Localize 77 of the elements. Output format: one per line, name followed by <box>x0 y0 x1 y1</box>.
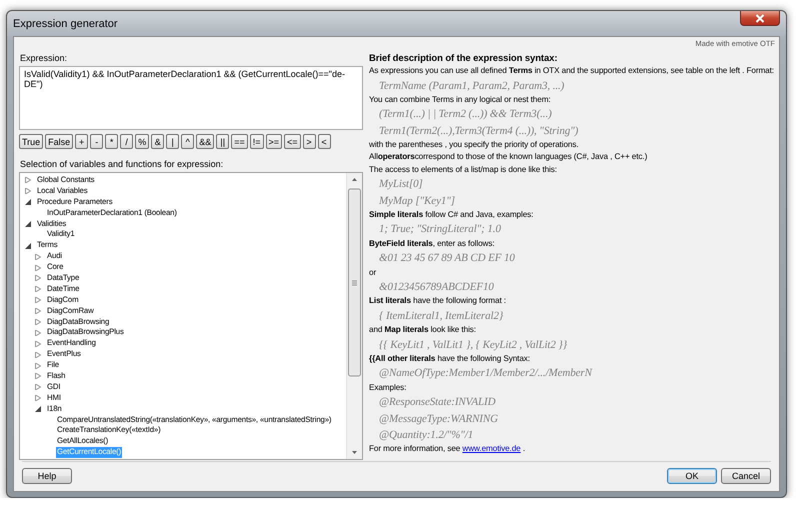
help-text: For more information, see www.emotive.de . <box>369 443 526 456</box>
operator-button[interactable]: True <box>19 134 44 149</box>
operator-button[interactable]: > <box>302 134 316 149</box>
close-button[interactable] <box>740 11 780 26</box>
help-text: and Map literals look like this: <box>369 324 477 336</box>
operator-button[interactable]: < <box>318 134 331 149</box>
help-text: Alloperatorscorrespond to those of the known languages (C#, Java , C++ etc.) <box>369 151 648 164</box>
syntax-example: &0123456789ABCDEF10 <box>378 280 495 296</box>
collapse-arrow-icon[interactable] <box>35 406 41 412</box>
operator-button[interactable]: != <box>250 134 264 149</box>
expand-arrow-icon[interactable] <box>25 177 31 184</box>
expand-arrow-icon[interactable] <box>35 395 41 402</box>
expand-arrow-icon[interactable] <box>35 384 41 390</box>
help-text: ByteField literals, enter as follows: <box>369 238 496 250</box>
scrollbar[interactable] <box>346 173 362 459</box>
expression-field[interactable]: IsValid(Validity1) && InOutParameterDeclaration1 && (GetCurrentLocale()=="de-DE") <box>19 66 363 130</box>
operator-button[interactable]: && <box>196 134 214 149</box>
help-text: with the parentheses , you specify the priority of operations. <box>369 138 580 151</box>
collapse-arrow-icon[interactable] <box>25 199 31 206</box>
syntax-example: Term1(Term2(...),Term3(Term4 (...)), "String") <box>378 124 580 139</box>
expand-arrow-icon[interactable] <box>35 362 41 369</box>
expand-arrow-icon[interactable] <box>25 188 31 194</box>
help-text: The access to elements of a list/map is done like this: <box>369 164 558 176</box>
syntax-example: 1; True; "StringLiteral"; 1.0 <box>378 222 502 238</box>
operator-button[interactable]: || <box>216 134 230 149</box>
dialog-button[interactable]: OK <box>667 468 717 484</box>
help-text: Simple literals follow C# and Java, examples: <box>369 208 534 221</box>
expand-arrow-icon[interactable] <box>35 330 41 336</box>
operator-button[interactable]: | <box>166 134 180 149</box>
syntax-example: @Quantity:1.2/"%"/1 <box>378 428 474 443</box>
help-text: You can combine Terms in any logical or nest them: <box>369 94 552 106</box>
help-text: As expressions you can use all defined Terms in OTX and the supported extensions, see table on the left . Format: <box>369 65 775 77</box>
expand-arrow-icon[interactable] <box>35 286 41 292</box>
operator-button[interactable]: / <box>120 134 134 149</box>
operator-button[interactable]: - <box>90 134 104 149</box>
expand-arrow-icon[interactable] <box>35 373 41 380</box>
syntax-example: (Term1(...) | | Term2 (...)) && Term3(...) <box>378 107 553 122</box>
syntax-example: @NameOfType:Member1/Member2/.../MemberN <box>378 366 594 382</box>
dialog-button[interactable]: Help <box>22 468 72 484</box>
operator-button[interactable]: >= <box>266 134 282 149</box>
website-link[interactable]: www.emotive.de <box>462 444 521 454</box>
expand-arrow-icon[interactable] <box>35 264 41 271</box>
operator-button[interactable]: == <box>231 134 248 149</box>
syntax-example: {{ KeyLit1 , ValLit1 }, { KeyLit2 , ValLit2 }} <box>378 338 568 353</box>
syntax-example: @MessageType:WARNING <box>378 412 499 427</box>
operator-button[interactable]: % <box>135 134 150 149</box>
operator-button[interactable]: False <box>45 134 74 149</box>
syntax-example: MyList[0] <box>378 177 424 192</box>
field-label: Expression: <box>20 53 68 63</box>
expand-arrow-icon[interactable] <box>35 254 41 260</box>
window-title: Expression generator <box>13 17 119 30</box>
operator-button[interactable]: <= <box>284 134 301 149</box>
operator-button[interactable]: & <box>151 134 164 149</box>
help-text: List literals have the following format : <box>369 295 507 308</box>
syntax-example: @ResponseState:INVALID <box>378 395 496 410</box>
operator-button[interactable]: * <box>105 134 118 149</box>
dialog-button[interactable]: Cancel <box>721 468 771 484</box>
help-title: Brief description of the expression syntax: <box>369 53 558 65</box>
expand-arrow-icon[interactable] <box>35 308 41 314</box>
syntax-example: &01 23 45 67 89 AB CD EF 10 <box>378 251 516 266</box>
collapse-arrow-icon[interactable] <box>25 221 31 227</box>
help-text: Examples: <box>369 382 408 394</box>
operator-button[interactable]: ^ <box>181 134 194 149</box>
expand-arrow-icon[interactable] <box>35 319 41 326</box>
syntax-example: { ItemLiteral1, ItemLiteral2} <box>378 308 504 324</box>
expand-arrow-icon[interactable] <box>35 275 41 282</box>
operator-button[interactable]: + <box>75 134 88 149</box>
expand-arrow-icon[interactable] <box>35 352 41 358</box>
help-text: or <box>369 266 378 279</box>
help-text: {{All other literals have the following Syntax: <box>369 352 531 365</box>
expand-arrow-icon[interactable] <box>35 297 41 304</box>
field-label: Selection of variables and functions for expression: <box>20 159 224 169</box>
close-icon <box>755 14 765 22</box>
collapse-arrow-icon[interactable] <box>25 242 31 249</box>
syntax-example: TermName (Param1, Param2, Param3, ...) <box>378 78 566 94</box>
syntax-example: MyMap ["Key1"] <box>378 194 456 209</box>
expand-arrow-icon[interactable] <box>35 340 41 347</box>
